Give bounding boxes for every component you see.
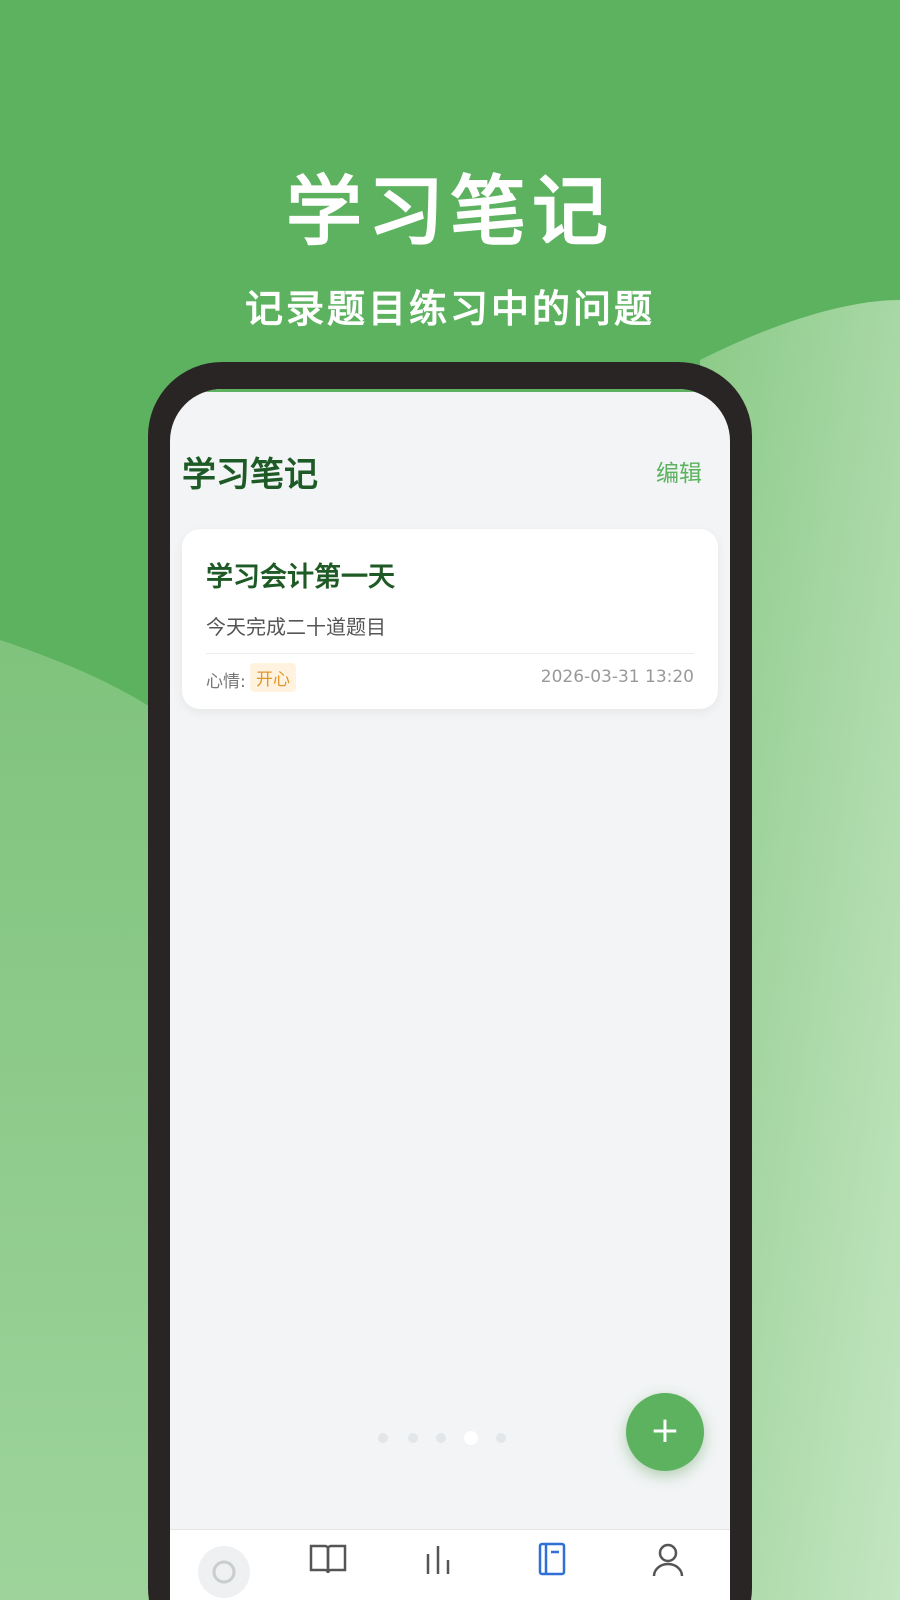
note-body: 今天完成二十道题目 xyxy=(206,615,386,639)
page-title: 学习笔记 xyxy=(182,455,318,495)
edit-button[interactable]: 编辑 xyxy=(656,454,702,488)
carousel-dot xyxy=(378,1433,388,1443)
user-icon xyxy=(652,1543,684,1576)
carousel-dot xyxy=(496,1433,506,1443)
book-icon xyxy=(309,1544,347,1574)
home-icon xyxy=(212,1560,236,1584)
mood-label: 心情: xyxy=(206,672,246,692)
top-accent-line xyxy=(170,389,730,392)
promo-poster: 学习笔记 记录题目练习中的问题 学习笔记 编辑 学习会计第一天 今天完成二十道题… xyxy=(0,0,900,1600)
carousel-indicator xyxy=(370,1429,530,1449)
phone-screen: 学习笔记 编辑 学习会计第一天 今天完成二十道题目 心情: 开心 2026-03… xyxy=(170,389,730,1600)
tab-home[interactable] xyxy=(198,1546,250,1598)
stats-icon xyxy=(426,1546,450,1574)
bottom-tab-bar xyxy=(170,1529,730,1600)
note-divider xyxy=(206,653,694,654)
add-note-button[interactable]: + xyxy=(626,1393,704,1471)
carousel-dot xyxy=(436,1433,446,1443)
tab-profile[interactable] xyxy=(638,1542,698,1582)
mood-tag: 开心 xyxy=(250,663,296,692)
note-title: 学习会计第一天 xyxy=(206,562,395,593)
notebook-icon xyxy=(538,1542,566,1576)
note-card[interactable]: 学习会计第一天 今天完成二十道题目 心情: 开心 2026-03-31 13:2… xyxy=(182,529,718,709)
tab-stats[interactable] xyxy=(408,1542,468,1582)
carousel-dot xyxy=(408,1433,418,1443)
note-timestamp: 2026-03-31 13:20 xyxy=(540,667,694,687)
tab-notebook[interactable] xyxy=(522,1542,582,1582)
hero-subtitle: 记录题目练习中的问题 xyxy=(244,287,655,331)
carousel-dot-active xyxy=(464,1431,478,1445)
tab-book[interactable] xyxy=(298,1542,358,1582)
hero-title: 学习笔记 xyxy=(286,167,614,256)
